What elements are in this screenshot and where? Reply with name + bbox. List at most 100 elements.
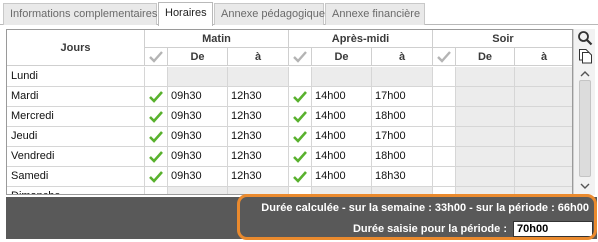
soir-a-header: à [515, 48, 572, 66]
soir-checkbox[interactable] [433, 187, 456, 194]
soir-checkbox[interactable] [433, 67, 456, 87]
soir-start-time[interactable] [456, 167, 515, 187]
entered-duration-bar: Durée saisie pour la période : [6, 219, 597, 239]
apres-midi-start-time[interactable]: 14h00 [312, 147, 372, 167]
soir-start-time[interactable] [456, 67, 515, 87]
checkmark-icon [149, 130, 163, 143]
apres-midi-checkbox[interactable] [289, 147, 312, 167]
matin-start-time[interactable] [168, 67, 228, 87]
matin-end-time[interactable]: 12h30 [228, 87, 289, 107]
day-label: Vendredi [7, 147, 145, 167]
apres-midi-start-time[interactable]: 14h00 [312, 167, 372, 187]
matin-end-time[interactable] [228, 187, 289, 194]
soir-check-header[interactable] [433, 48, 456, 66]
copy-document-icon[interactable] [577, 48, 593, 64]
matin-start-time[interactable] [168, 187, 228, 194]
arrow-up-icon[interactable] [579, 69, 591, 79]
group-header-soir: Soir [433, 30, 572, 48]
apres-midi-end-time[interactable] [372, 187, 433, 194]
apres-midi-checkbox[interactable] [289, 187, 312, 194]
apres-midi-start-time[interactable]: 14h00 [312, 127, 372, 147]
checkmark-icon [149, 150, 163, 163]
soir-end-time[interactable] [515, 127, 572, 147]
matin-checkbox[interactable] [145, 107, 168, 127]
arrow-down-icon[interactable] [579, 181, 591, 191]
soir-de-header: De [456, 48, 515, 66]
apres-midi-checkbox[interactable] [289, 127, 312, 147]
apres-midi-end-time[interactable]: 17h00 [372, 127, 433, 147]
matin-checkbox[interactable] [145, 67, 168, 87]
matin-checkbox[interactable] [145, 87, 168, 107]
checkmark-icon [293, 170, 307, 183]
apres-midi-start-time[interactable] [312, 187, 372, 194]
soir-start-time[interactable] [456, 87, 515, 107]
matin-checkbox[interactable] [145, 167, 168, 187]
matin-start-time[interactable]: 09h30 [168, 87, 228, 107]
matin-start-time[interactable]: 09h30 [168, 107, 228, 127]
checkmark-icon [149, 90, 163, 103]
calculated-duration-bar: Durée calculée - sur la semaine : 33h00 … [6, 197, 597, 219]
apres-midi-checkbox[interactable] [289, 67, 312, 87]
matin-checkbox[interactable] [145, 187, 168, 194]
apres-midi-a-header: à [372, 48, 433, 66]
checkmark-icon [437, 50, 451, 63]
soir-checkbox[interactable] [433, 107, 456, 127]
checkmark-icon [149, 50, 163, 63]
matin-end-time[interactable] [228, 67, 289, 87]
soir-start-time[interactable] [456, 187, 515, 194]
apres-midi-checkbox[interactable] [289, 167, 312, 187]
tab-bar: Informations complementaires Horaires An… [0, 0, 598, 26]
apres-midi-checkbox[interactable] [289, 87, 312, 107]
matin-start-time[interactable]: 09h30 [168, 167, 228, 187]
tab-annexe-pedagogique[interactable]: Annexe pédagogique [214, 3, 325, 25]
matin-end-time[interactable]: 12h30 [228, 107, 289, 127]
scrollbar-thumb[interactable] [579, 80, 591, 177]
search-icon[interactable] [577, 30, 593, 46]
matin-start-time[interactable]: 09h30 [168, 147, 228, 167]
matin-end-time[interactable]: 12h30 [228, 167, 289, 187]
apres-midi-check-header[interactable] [289, 48, 312, 66]
tab-annexe-financiere[interactable]: Annexe financière [325, 3, 425, 25]
checkmark-icon [293, 50, 307, 63]
entered-duration-label: Durée saisie pour la période : [352, 223, 507, 235]
checkmark-icon [149, 110, 163, 123]
soir-checkbox[interactable] [433, 127, 456, 147]
tab-informations-complementaires[interactable]: Informations complementaires [3, 3, 157, 25]
soir-end-time[interactable] [515, 67, 572, 87]
soir-checkbox[interactable] [433, 167, 456, 187]
matin-a-header: à [228, 48, 289, 66]
horaires-grid: Jours Matin Après-midi Soir De à De à De… [6, 29, 573, 195]
apres-midi-start-time[interactable]: 14h00 [312, 107, 372, 127]
matin-check-header[interactable] [145, 48, 168, 66]
matin-checkbox[interactable] [145, 127, 168, 147]
apres-midi-end-time[interactable] [372, 67, 433, 87]
day-label: Mercredi [7, 107, 145, 127]
soir-start-time[interactable] [456, 107, 515, 127]
apres-midi-start-time[interactable]: 14h00 [312, 87, 372, 107]
entered-duration-input[interactable] [513, 221, 593, 237]
soir-end-time[interactable] [515, 147, 572, 167]
matin-checkbox[interactable] [145, 147, 168, 167]
soir-end-time[interactable] [515, 187, 572, 194]
soir-end-time[interactable] [515, 87, 572, 107]
matin-end-time[interactable]: 12h30 [228, 127, 289, 147]
soir-end-time[interactable] [515, 107, 572, 127]
soir-end-time[interactable] [515, 167, 572, 187]
matin-start-time[interactable]: 09h30 [168, 127, 228, 147]
day-label: Dimanche [7, 187, 145, 194]
matin-end-time[interactable]: 12h30 [228, 147, 289, 167]
apres-midi-checkbox[interactable] [289, 107, 312, 127]
tab-horaires[interactable]: Horaires [158, 2, 213, 26]
soir-checkbox[interactable] [433, 87, 456, 107]
soir-start-time[interactable] [456, 147, 515, 167]
apres-midi-end-time[interactable]: 18h00 [372, 107, 433, 127]
apres-midi-end-time[interactable]: 18h30 [372, 167, 433, 187]
soir-checkbox[interactable] [433, 147, 456, 167]
checkmark-icon [293, 150, 307, 163]
soir-start-time[interactable] [456, 127, 515, 147]
apres-midi-end-time[interactable]: 18h00 [372, 147, 433, 167]
apres-midi-start-time[interactable] [312, 67, 372, 87]
checkmark-icon [293, 130, 307, 143]
apres-midi-end-time[interactable]: 17h00 [372, 87, 433, 107]
apres-midi-de-header: De [312, 48, 372, 66]
